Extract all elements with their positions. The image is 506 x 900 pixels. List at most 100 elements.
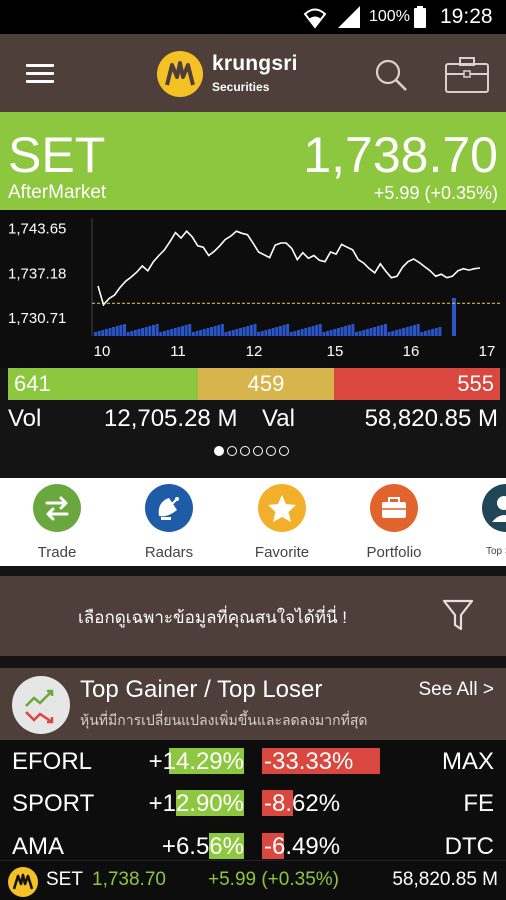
- page-dot[interactable]: [214, 446, 224, 456]
- page-indicator[interactable]: [214, 446, 289, 456]
- index-change: +5.99 (+0.35%): [373, 183, 498, 203]
- loser-symbol: FE: [463, 790, 494, 817]
- list-item[interactable]: EFORL +14.29% -33.33% MAX: [0, 742, 506, 782]
- x-tick-label: 11: [170, 343, 186, 360]
- wifi-icon: [303, 8, 327, 29]
- volume-bar: [115, 326, 119, 336]
- x-tick-label: 17: [479, 343, 496, 360]
- gainer-loser-icon: [12, 676, 70, 734]
- volume-bar: [206, 328, 210, 336]
- krungsri-logo-icon: [8, 867, 38, 897]
- volume-bar: [202, 329, 206, 336]
- see-all-link[interactable]: See All >: [418, 679, 494, 701]
- filter-banner[interactable]: เลือกดูเฉพาะข้อมูลที่คุณสนใจได้ที่นี่ !: [0, 576, 506, 656]
- y-tick-label: 1,743.65: [8, 220, 66, 237]
- volume-bar: [119, 325, 123, 336]
- shortcut-trade[interactable]: Trade: [1, 484, 113, 561]
- volume-bar: [387, 332, 391, 336]
- volume-bar: [268, 329, 271, 336]
- volume-bar: [434, 328, 438, 336]
- section-title: Top Gainer / Top Loser: [80, 676, 323, 703]
- volume-bar: [373, 327, 377, 336]
- volume-bar: [210, 327, 213, 336]
- x-tick-label: 16: [403, 343, 420, 360]
- volume-bar: [369, 328, 373, 336]
- volume-bar: [224, 332, 228, 336]
- volume-bar: [355, 332, 358, 336]
- search-icon[interactable]: [374, 58, 408, 92]
- decline-count: 555: [334, 368, 500, 400]
- ticker-index-change: +5.99 (+0.35%): [208, 869, 339, 890]
- volume-bar: [423, 331, 427, 336]
- volume-bar: [322, 332, 326, 336]
- signal-icon: [338, 6, 360, 28]
- page-dot[interactable]: [227, 446, 237, 456]
- chart-svg: 1,743.65 1,737.18 1,730.71 10 11 12 15 16 17: [8, 218, 500, 360]
- page-dot[interactable]: [240, 446, 250, 456]
- volume-bar: [438, 327, 442, 336]
- briefcase-icon[interactable]: [444, 56, 490, 94]
- shortcut-bar: Trade Radars Favorite Portfolio Top: [0, 478, 506, 566]
- volume-bar: [152, 325, 155, 336]
- list-item[interactable]: SPORT +12.90% -8.62% FE: [0, 784, 506, 824]
- page-dot[interactable]: [253, 446, 263, 456]
- volume-bar: [336, 328, 340, 336]
- intraday-chart[interactable]: 1,743.65 1,737.18 1,730.71 10 11 12 15 16 17: [0, 210, 506, 368]
- exchange-icon: [33, 484, 81, 532]
- volume-bar: [228, 331, 232, 336]
- loser-symbol: DTC: [444, 833, 494, 860]
- volume-bar: [239, 328, 242, 336]
- gainer-symbol: SPORT: [12, 790, 95, 817]
- gain-percent: +12.90%: [148, 790, 244, 817]
- volume-bar: [141, 328, 145, 336]
- x-tick-label: 12: [246, 343, 263, 360]
- index-panel[interactable]: SET AfterMarket 1,738.70 +5.99 (+0.35%): [0, 112, 506, 210]
- filter-icon[interactable]: [442, 598, 474, 634]
- x-tick-label: 10: [94, 343, 111, 360]
- page-dot[interactable]: [266, 446, 276, 456]
- page-dot[interactable]: [279, 446, 289, 456]
- index-ticker[interactable]: SET 1,738.70 +5.99 (+0.35%) 58,820.85 M: [0, 860, 506, 900]
- loss-percent: -33.33%: [264, 748, 354, 775]
- val-value: 58,820.85 M: [364, 405, 498, 432]
- volume-bar: [257, 332, 261, 336]
- loss-percent: -6.49%: [264, 833, 341, 860]
- volume-bar: [293, 331, 297, 336]
- val-label: Val: [262, 405, 295, 432]
- volume-bar: [416, 324, 420, 336]
- volume-bar: [402, 328, 406, 336]
- gainer-symbol: EFORL: [12, 748, 93, 775]
- volume-bar: [326, 331, 329, 336]
- ticker-index-name: SET: [46, 869, 83, 890]
- shortcut-radars[interactable]: Radars: [113, 484, 225, 561]
- shortcut-favorite[interactable]: Favorite: [226, 484, 338, 561]
- volume-bar: [101, 330, 105, 336]
- market-session: AfterMarket: [8, 182, 107, 203]
- volume-bar: [300, 329, 304, 336]
- volume-bar: [137, 329, 141, 336]
- volume-bar: [405, 327, 409, 336]
- volume-value-summary: Vol 12,705.28 M Val 58,820.85 M: [0, 400, 506, 470]
- vol-value: 12,705.28 M: [104, 405, 238, 432]
- volume-bar: [409, 326, 413, 336]
- volume-bar: [184, 325, 188, 336]
- shortcut-label: Trade: [37, 544, 77, 561]
- volume-bar: [133, 330, 137, 336]
- volume-bar: [380, 325, 384, 336]
- volume-bar: [191, 332, 195, 336]
- volume-bar: [413, 325, 416, 336]
- person-icon: [482, 484, 506, 532]
- volume-bar: [235, 329, 239, 336]
- volume-bar: [144, 327, 148, 336]
- shortcut-top-shareholder[interactable]: Top Shar: [426, 484, 506, 557]
- volume-bar: [333, 329, 337, 336]
- volume-bar: [181, 326, 184, 336]
- gain-percent: +6.56%: [161, 833, 244, 860]
- volume-bar: [112, 327, 116, 336]
- volume-bar: [365, 329, 369, 336]
- volume-bar: [394, 330, 398, 336]
- menu-icon[interactable]: [26, 64, 54, 84]
- volume-bar: [282, 325, 286, 336]
- volume-bar: [420, 332, 424, 336]
- advance-count: 641: [8, 368, 198, 400]
